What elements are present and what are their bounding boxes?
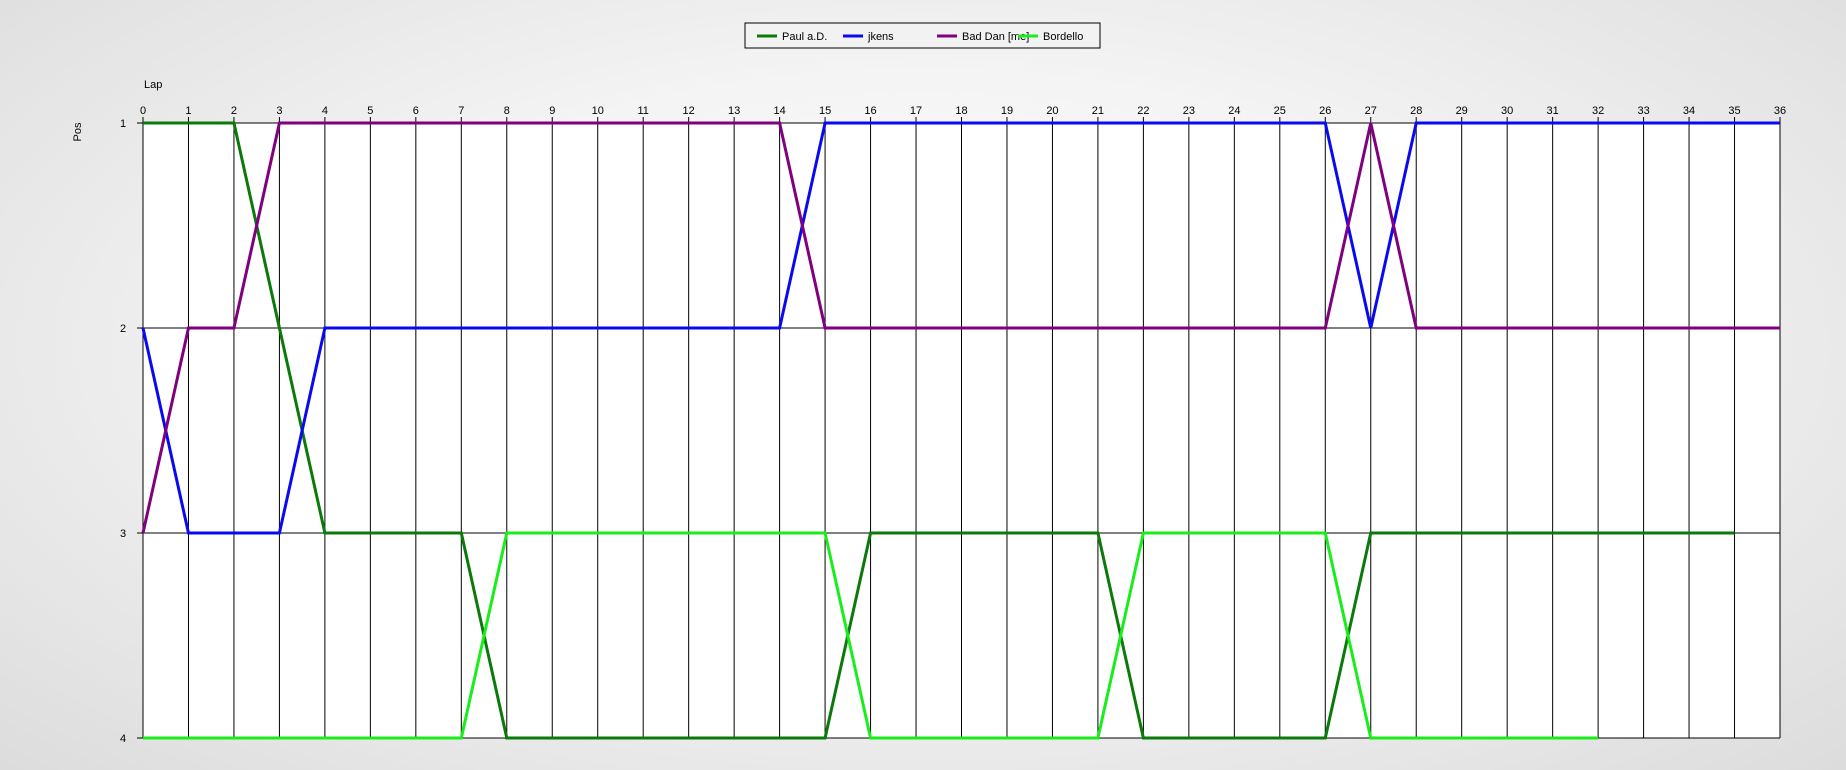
x-tick-label: 30: [1501, 105, 1513, 117]
x-tick-label: 25: [1274, 105, 1286, 117]
y-tick-label: 4: [120, 733, 126, 745]
y-axis-title: Pos: [72, 122, 84, 141]
x-tick-label: 1: [185, 105, 191, 117]
x-tick-label: 12: [683, 105, 695, 117]
x-tick-label: 19: [1001, 105, 1013, 117]
x-tick-label: 10: [592, 105, 604, 117]
x-tick-label: 2: [231, 105, 237, 117]
x-tick-label: 22: [1137, 105, 1149, 117]
y-tick-label: 3: [120, 528, 126, 540]
x-tick-label: 7: [458, 105, 464, 117]
y-tick-label: 2: [120, 323, 126, 335]
x-axis-title: Lap: [144, 79, 162, 91]
x-tick-label: 9: [549, 105, 555, 117]
x-tick-label: 20: [1046, 105, 1058, 117]
legend-label: jkens: [867, 31, 894, 43]
x-tick-label: 36: [1774, 105, 1786, 117]
x-tick-label: 4: [322, 105, 328, 117]
x-tick-label: 33: [1637, 105, 1649, 117]
x-tick-label: 11: [637, 105, 648, 117]
x-tick-label: 31: [1547, 105, 1559, 117]
legend: Paul a.D. jkens Bad Dan [me] Bordello: [744, 22, 1101, 49]
x-tick-label: 21: [1092, 105, 1104, 117]
x-tick-label: 0: [140, 105, 146, 117]
legend-label: Paul a.D.: [782, 31, 827, 43]
x-tick-label: 34: [1683, 105, 1695, 117]
x-tick-label: 28: [1410, 105, 1422, 117]
x-tick-label: 18: [955, 105, 967, 117]
x-tick-label: 16: [864, 105, 876, 117]
x-tick-label: 24: [1228, 105, 1240, 117]
x-tick-label: 6: [413, 105, 419, 117]
x-tick-label: 3: [276, 105, 282, 117]
y-tick-label: 1: [120, 118, 126, 130]
x-tick-label: 14: [773, 105, 785, 117]
y-axis-ticks: 1 2 3 4: [120, 118, 126, 745]
x-tick-label: 32: [1592, 105, 1604, 117]
legend-label: Bordello: [1043, 31, 1083, 43]
x-tick-label: 15: [819, 105, 831, 117]
x-tick-label: 5: [367, 105, 373, 117]
lap-position-chart: Paul a.D. jkens Bad Dan [me] Bordello 01234…: [72, 22, 1786, 745]
x-tick-label: 13: [728, 105, 740, 117]
x-tick-label: 29: [1456, 105, 1468, 117]
x-axis-ticks: 0 1 2 3 4 5 6 7 8 9 10 11 12 13 14 15 16 17 18 19 20 21 22 23 24…: [140, 105, 1786, 117]
x-tick-label: 26: [1319, 105, 1331, 117]
x-tick-label: 35: [1728, 105, 1740, 117]
x-tick-label: 23: [1183, 105, 1195, 117]
x-tick-label: 17: [910, 105, 922, 117]
x-tick-label: 8: [504, 105, 510, 117]
x-tick-label: 27: [1365, 105, 1377, 117]
